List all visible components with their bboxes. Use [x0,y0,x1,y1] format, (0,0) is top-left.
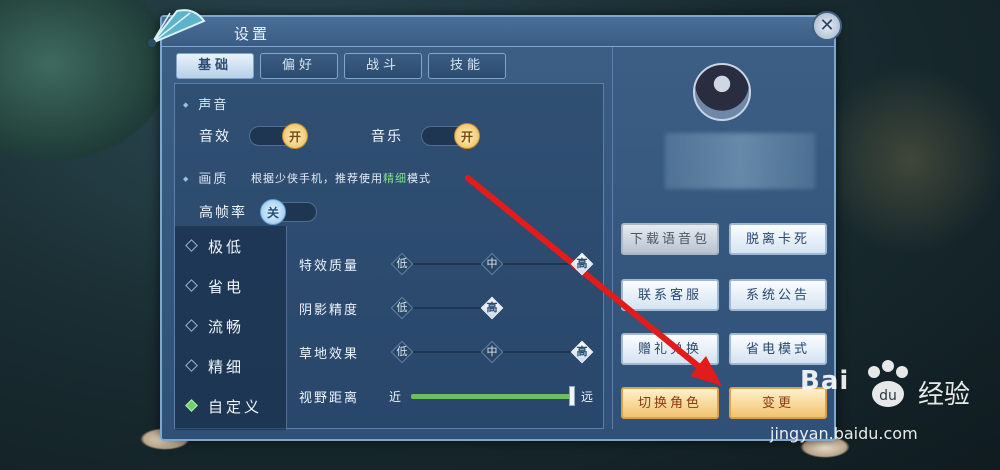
tab-bar: 基础 偏好 战斗 技能 [176,53,506,79]
view-distance-row: 视野距离 近 远 [299,382,599,410]
quality-preset-list: 极低 省电 流畅 精细 自定义 [175,226,287,430]
view-distance-far: 远 [581,390,594,404]
character-area: 下载语音包 脱离卡死 联系客服 系统公告 赠礼兑换 省电模式 切换角色 变更 [612,47,828,429]
preset-label: 极低 [208,238,245,256]
fps-toggle-knob: 关 [260,199,286,225]
shadow-precision-row: 阴影精度 低 高 [299,294,599,322]
sfx-label: 音效 [199,129,231,145]
svg-text:du: du [879,388,897,404]
preset-custom[interactable]: 自定义 [185,396,263,422]
grass-effect-row: 草地效果 低 中 高 [299,338,599,366]
effect-quality-label: 特效质量 [299,259,360,274]
music-label: 音乐 [371,129,403,145]
sound-section-label: 声音 [183,94,228,113]
preset-label: 流畅 [208,318,245,336]
tab-skill[interactable]: 技能 [428,53,506,79]
switch-character-button[interactable]: 切换角色 [621,387,719,419]
power-saving-button[interactable]: 省电模式 [729,333,827,365]
effect-quality-mid[interactable]: 中 [481,253,503,275]
blurred-character-info [665,133,815,189]
unstuck-button[interactable]: 脱离卡死 [729,223,827,255]
baidu-logo: Bai [800,366,850,396]
fps-toggle[interactable]: 关 [260,199,317,225]
tab-basic[interactable]: 基础 [176,53,254,79]
view-distance-label: 视野距离 [299,391,360,406]
preset-very-low[interactable]: 极低 [185,236,245,262]
diamond-icon [185,239,198,252]
settings-panel: 设置 ✕ 基础 偏好 战斗 技能 声音 音效 开 音乐 开 画质 根据少侠手机，… [148,9,842,441]
contact-support-button[interactable]: 联系客服 [621,279,719,311]
diamond-selected-icon [185,399,198,412]
effect-quality-row: 特效质量 低 中 高 [299,250,599,278]
graphics-section-label: 画质 [183,168,228,187]
shadow-precision-label: 阴影精度 [299,303,360,318]
view-distance-track[interactable] [411,394,571,399]
preset-label: 精细 [208,358,245,376]
fan-icon [148,9,206,47]
close-button[interactable]: ✕ [812,11,842,41]
gift-exchange-button[interactable]: 赠礼兑换 [621,333,719,365]
diamond-icon [185,359,198,372]
hint-highlight: 精细 [383,172,407,185]
baidu-url: jingyan.baidu.com [770,424,918,443]
preset-power-save[interactable]: 省电 [185,276,245,302]
grass-effect-label: 草地效果 [299,347,360,362]
download-voice-pack-button[interactable]: 下载语音包 [621,223,719,255]
diamond-icon [185,319,198,332]
background-lantern-glow [820,60,1000,260]
basic-settings-area: 声音 音效 开 音乐 开 画质 根据少侠手机，推荐使用精细模式 高帧率 关 极低… [174,83,604,430]
page-title: 设置 [234,25,271,43]
effect-quality-low[interactable]: 低 [391,253,413,275]
hint-prefix: 根据少侠手机，推荐使用 [251,172,383,185]
close-icon: ✕ [819,15,835,36]
avatar[interactable] [693,63,751,121]
view-distance-near: 近 [389,390,402,404]
grass-effect-mid[interactable]: 中 [481,341,503,363]
paw-icon: du [868,360,908,407]
tab-combat[interactable]: 战斗 [344,53,422,79]
grass-effect-high[interactable]: 高 [571,341,593,363]
grass-effect-low[interactable]: 低 [391,341,413,363]
baidu-brand-text: 经验 [918,380,971,410]
preset-smooth[interactable]: 流畅 [185,316,245,342]
tab-preference[interactable]: 偏好 [260,53,338,79]
shadow-precision-high[interactable]: 高 [481,297,503,319]
preset-label: 自定义 [208,398,263,416]
sfx-toggle[interactable]: 开 [249,123,308,149]
music-toggle[interactable]: 开 [421,123,480,149]
view-distance-handle[interactable] [569,386,575,406]
hint-suffix: 模式 [407,172,431,185]
preset-fine[interactable]: 精细 [185,356,245,382]
graphics-recommendation: 根据少侠手机，推荐使用精细模式 [251,170,431,186]
panel-header: 设置 [148,9,834,47]
diamond-icon [185,279,198,292]
sfx-toggle-knob: 开 [282,123,308,149]
music-toggle-knob: 开 [454,123,480,149]
fps-label: 高帧率 [199,205,247,221]
preset-label: 省电 [208,278,245,296]
shadow-precision-low[interactable]: 低 [391,297,413,319]
announcement-button[interactable]: 系统公告 [729,279,827,311]
effect-quality-high[interactable]: 高 [571,253,593,275]
